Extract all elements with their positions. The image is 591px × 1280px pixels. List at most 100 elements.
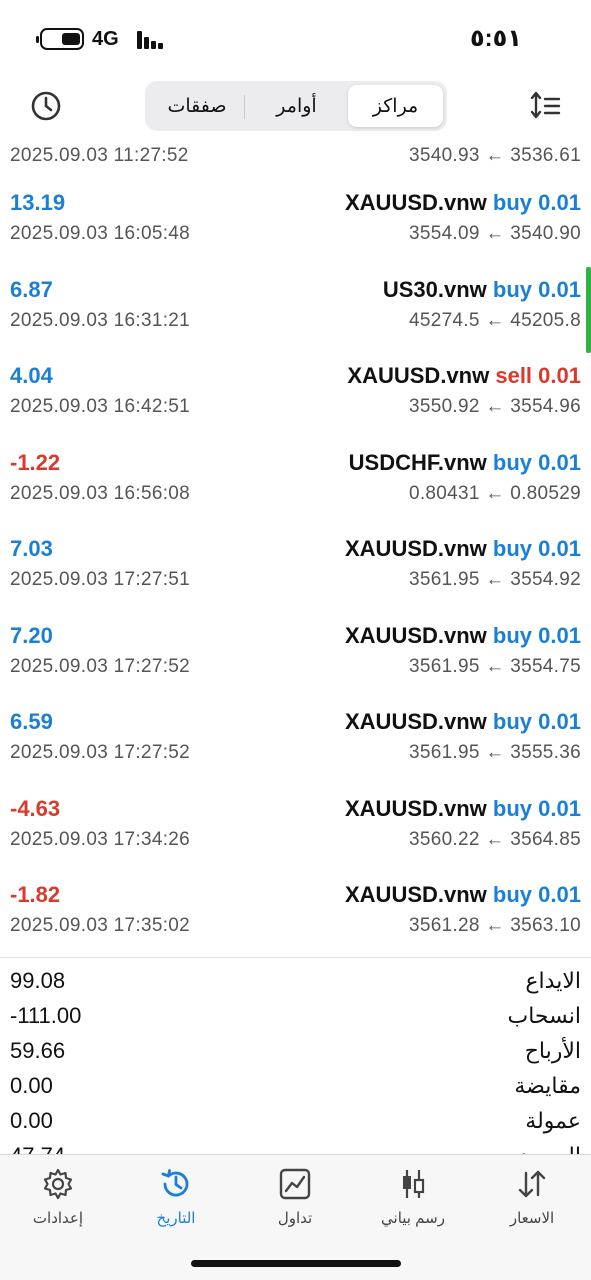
- deal-time: 2025.09.03 16:56:08: [10, 482, 191, 504]
- list-item[interactable]: -1.22 USDCHF.vnw buy 0.01 2025.09.03 16:56…: [0, 438, 591, 525]
- list-item[interactable]: -1.82 XAUUSD.vnw buy 0.01 2025.09.03 17:35…: [0, 870, 591, 957]
- tab-label: رسم بياني: [381, 1210, 445, 1227]
- deal-prices: 3561.28 ← 3563.10: [408, 915, 581, 936]
- home-indicator: [191, 1260, 401, 1267]
- summary-value: 0.00: [10, 1108, 53, 1133]
- trade-chart-icon: [279, 1168, 311, 1200]
- deal-volume: 0.01: [538, 190, 581, 215]
- summary-label: مقايضة: [514, 1073, 581, 1098]
- deal-time: 2025.09.03 11:27:52: [10, 145, 189, 166]
- deal-title: XAUUSD.vnw buy 0.01: [345, 709, 581, 735]
- summary-row: -111.00 انسحاب: [0, 1001, 591, 1036]
- top-bar: مراكز أوامر صفقات: [0, 78, 591, 138]
- deal-profit: 4.04: [10, 363, 53, 388]
- candlestick-icon: [403, 1170, 425, 1198]
- deal-title: XAUUSD.vnw buy 0.01: [345, 623, 581, 649]
- tab-quotes[interactable]: الاسعار: [482, 1167, 582, 1247]
- deal-prices: 45274.5 ← 45205.8: [408, 309, 581, 331]
- deal-time: 2025.09.03 17:35:02: [10, 915, 191, 936]
- deal-title: XAUUSD.vnw sell 0.01: [347, 363, 581, 389]
- account-summary: 99.08 الايداع -111.00 انسحاب 59.66 الأرباح 0.0…: [0, 966, 591, 1154]
- deal-volume: 0.01: [538, 276, 581, 302]
- deal-time: 2025.09.03 17:34:26: [10, 828, 191, 850]
- summary-row: 59.66 الأرباح: [0, 1036, 591, 1071]
- deal-symbol: USDCHF.vnw: [348, 449, 487, 475]
- gear-icon: [43, 1168, 73, 1200]
- deal-title: XAUUSD.vnw buy 0.01: [345, 536, 581, 562]
- tab-trade[interactable]: تداول: [245, 1167, 345, 1247]
- deal-title: XAUUSD.vnw buy 0.01: [345, 796, 581, 822]
- list-item[interactable]: 6.87 US30.vnw buy 0.01 2025.09.03 16:31:21…: [0, 265, 591, 352]
- deal-profit: -1.82: [10, 882, 61, 907]
- deal-side: buy: [492, 190, 533, 215]
- divider: [0, 957, 591, 958]
- deal-side: buy: [492, 449, 533, 475]
- deal-profit: 7.20: [10, 622, 53, 648]
- status-bar: 4G ٥:٥١: [0, 0, 591, 78]
- deal-symbol: XAUUSD.vnw: [347, 363, 490, 388]
- tab-chart[interactable]: رسم بياني: [363, 1167, 463, 1247]
- deal-side: sell: [495, 363, 533, 388]
- list-item[interactable]: 2025.09.03 11:27:52 3540.93 ← 3536.61: [0, 138, 591, 178]
- deal-prices: 3561.95 ← 3554.92: [408, 569, 581, 590]
- tab-positions[interactable]: مراكز: [348, 85, 443, 127]
- deal-time: 2025.09.03 17:27:51: [10, 569, 191, 590]
- deal-time: 2025.09.03 16:05:48: [10, 223, 191, 244]
- summary-value: 47.74: [10, 1143, 65, 1154]
- scroll-indicator: [586, 267, 591, 353]
- sort-icon[interactable]: [528, 88, 564, 124]
- tab-label: إعدادات: [32, 1210, 84, 1227]
- list-item[interactable]: 7.03 XAUUSD.vnw buy 0.01 2025.09.03 17:27:…: [0, 524, 591, 611]
- deal-volume: 0.01: [538, 363, 581, 388]
- deal-title: XAUUSD.vnw buy 0.01: [345, 190, 581, 216]
- deal-symbol: US30.vnw: [382, 276, 487, 302]
- status-time: ٥:٥١: [470, 25, 522, 52]
- deal-prices: 3561.95 ← 3555.36: [408, 742, 581, 763]
- deal-prices: 3540.93 ← 3536.61: [408, 145, 581, 166]
- tab-label: الاسعار: [509, 1210, 555, 1227]
- deal-prices: 3560.22 ← 3564.85: [408, 828, 581, 850]
- summary-row: 47.74 الرصيد: [0, 1141, 591, 1154]
- deal-title: USDCHF.vnw buy 0.01: [349, 450, 581, 476]
- summary-label: الايداع: [525, 968, 581, 993]
- deal-symbol: XAUUSD.vnw: [345, 709, 487, 734]
- summary-value: 99.08: [10, 968, 66, 993]
- deal-prices: 3561.95 ← 3554.75: [408, 655, 581, 677]
- list-item[interactable]: 7.20 XAUUSD.vnw buy 0.01 2025.09.03 17:27:…: [0, 611, 591, 698]
- summary-label: انسحاب: [507, 1003, 581, 1028]
- segmented-control: مراكز أوامر صفقات: [145, 81, 447, 131]
- list-item[interactable]: 6.59 XAUUSD.vnw buy 0.01 2025.09.03 17:27:…: [0, 697, 591, 784]
- summary-row: 99.08 الايداع: [0, 966, 591, 1001]
- deal-prices: 3550.92 ← 3554.96: [408, 396, 581, 417]
- deal-symbol: XAUUSD.vnw: [345, 622, 487, 648]
- tab-label: تداول: [277, 1210, 313, 1227]
- deal-symbol: XAUUSD.vnw: [345, 190, 487, 215]
- quotes-arrows-icon: [518, 1170, 546, 1198]
- history-icon: [161, 1169, 189, 1197]
- deal-profit: 6.59: [10, 709, 53, 734]
- deal-time: 2025.09.03 16:42:51: [10, 396, 191, 417]
- deal-profit: 13.19: [10, 190, 66, 215]
- deal-title: XAUUSD.vnw buy 0.01: [345, 882, 581, 908]
- deal-profit: -4.63: [10, 795, 61, 821]
- tab-deals[interactable]: صفقات: [149, 85, 245, 127]
- tab-orders[interactable]: أوامر: [249, 85, 344, 127]
- tab-settings[interactable]: إعدادات: [8, 1167, 108, 1247]
- signal-icon: [137, 31, 163, 49]
- history-clock-icon[interactable]: [28, 88, 64, 124]
- list-item[interactable]: -4.63 XAUUSD.vnw buy 0.01 2025.09.03 17:34…: [0, 784, 591, 871]
- deal-side: buy: [492, 622, 533, 648]
- battery-icon: [36, 28, 84, 50]
- deal-prices: 0.80431 ← 0.80529: [408, 482, 581, 504]
- deal-title: US30.vnw buy 0.01: [383, 277, 581, 303]
- deal-side: buy: [492, 536, 533, 561]
- deal-profit: 6.87: [10, 276, 53, 302]
- deal-symbol: XAUUSD.vnw: [345, 795, 487, 821]
- network-type: 4G: [92, 28, 119, 50]
- list-item[interactable]: 13.19 XAUUSD.vnw buy 0.01 2025.09.03 16:05…: [0, 178, 591, 265]
- deal-time: 2025.09.03 17:27:52: [10, 742, 191, 763]
- list-item[interactable]: 4.04 XAUUSD.vnw sell 0.01 2025.09.03 16:42…: [0, 351, 591, 438]
- deal-volume: 0.01: [538, 882, 581, 907]
- deal-volume: 0.01: [538, 709, 581, 734]
- tab-history[interactable]: التاريخ: [126, 1167, 226, 1247]
